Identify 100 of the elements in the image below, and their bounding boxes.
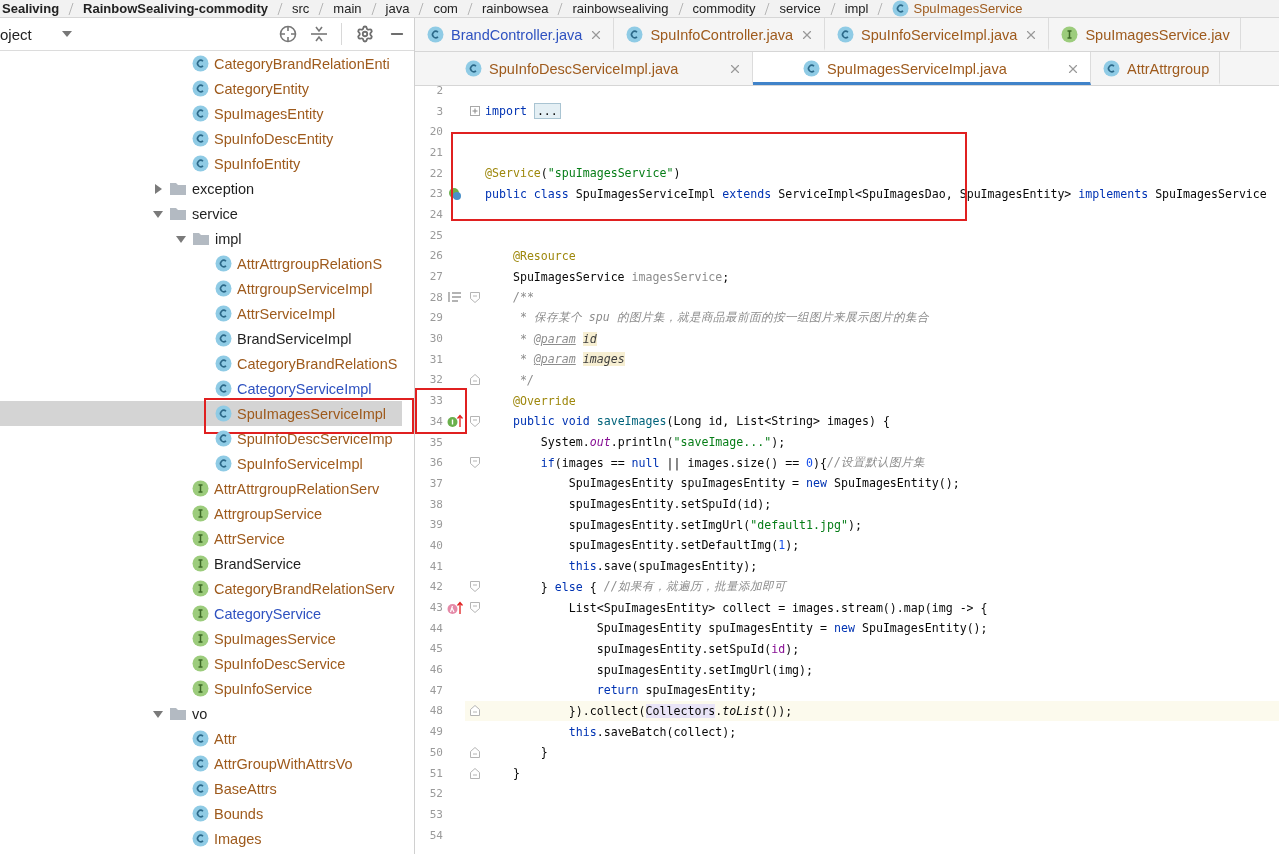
tree-item[interactable]: vo (0, 701, 402, 726)
line-number: 32 (428, 373, 444, 387)
fold-end-icon[interactable] (470, 374, 480, 386)
code-line: spuImagesEntity.setSpuId(id); (567, 496, 773, 514)
class-icon (192, 780, 209, 797)
breadcrumb-item[interactable]: main (333, 1, 362, 16)
breadcrumb-item[interactable]: rainbowsea (481, 1, 549, 16)
tree-item[interactable]: Attr (0, 726, 402, 751)
fold-end-icon[interactable] (470, 705, 480, 717)
tree-item[interactable]: SpuImagesService (0, 626, 402, 651)
tree-item[interactable]: CategoryBrandRelationS (0, 351, 402, 376)
class-icon (215, 455, 232, 472)
tree-item[interactable]: CategoryServiceImpl (0, 376, 402, 401)
breadcrumb-item[interactable]: com (433, 1, 458, 16)
lambda-icon[interactable] (447, 600, 463, 615)
class-icon (192, 730, 209, 747)
class-icon (215, 355, 232, 372)
fold-icon[interactable] (470, 415, 480, 427)
tree-item[interactable]: AttrAttrgroupRelationS (0, 251, 402, 276)
tree-item[interactable]: AttrAttrgroupRelationServ (0, 476, 402, 501)
separator-icon (68, 2, 75, 15)
tree-item[interactable]: SpuImagesServiceImpl (0, 401, 402, 426)
settings-icon[interactable] (356, 25, 374, 43)
breadcrumb-item[interactable]: src (292, 1, 310, 16)
line-number: 24 (428, 207, 444, 221)
tree-item[interactable]: AttrgroupService (0, 501, 402, 526)
tree-item[interactable]: SpuInfoService (0, 676, 402, 701)
tree-item[interactable]: SpuInfoEntity (0, 151, 402, 176)
tree-item[interactable]: AttrGroupWithAttrsVo (0, 751, 402, 776)
tree-item[interactable]: Bounds (0, 801, 402, 826)
tree-item[interactable]: service (0, 201, 402, 226)
tree-item[interactable]: AttrService (0, 526, 402, 551)
line-number: 31 (428, 352, 444, 366)
fold-end-icon[interactable] (470, 746, 480, 758)
class-icon (215, 305, 232, 322)
editor-tab[interactable]: SpuInfoServiceImpl.java (825, 18, 1050, 51)
tree-item[interactable]: CategoryBrandRelationEnti (0, 51, 402, 76)
tree-item[interactable]: Images (0, 826, 402, 851)
code-line: * @param id (518, 330, 598, 348)
fold-icon[interactable] (470, 602, 480, 614)
project-view-selector[interactable]: oject (0, 25, 72, 43)
tree-item[interactable]: SpuInfoDescEntity (0, 126, 402, 151)
line-number: 33 (428, 394, 444, 408)
class-icon (215, 430, 232, 447)
caret-down-icon[interactable] (152, 208, 163, 219)
breadcrumb-item[interactable]: service (779, 1, 821, 16)
code-line: } (511, 765, 521, 783)
caret-right-icon[interactable] (152, 183, 163, 194)
code-line: /** (511, 289, 535, 307)
breadcrumb-item[interactable]: Sealiving (2, 1, 60, 16)
tree-item[interactable]: BrandServiceImpl (0, 326, 402, 351)
class-icon (803, 60, 820, 77)
breadcrumb-item[interactable]: java (385, 1, 410, 16)
code-line: if(images == null || images.size() == 0){//设置默认图片集 (539, 454, 927, 473)
interface-icon (192, 580, 209, 597)
breadcrumb-item[interactable]: commodity (692, 1, 756, 16)
dropdown-caret-icon[interactable] (61, 31, 72, 37)
line-number: 22 (428, 166, 444, 180)
tree-item[interactable]: exception (0, 176, 402, 201)
fold-icon[interactable] (470, 581, 480, 593)
line-number: 46 (428, 663, 444, 677)
breadcrumb-item[interactable]: SpuImagesService (892, 0, 1023, 17)
breadcrumb-item[interactable]: RainbowSealiving-commodity (83, 1, 268, 16)
class-icon (626, 26, 644, 43)
expand-fold-icon[interactable] (470, 106, 480, 117)
tree-item[interactable]: CategoryService (0, 601, 402, 626)
editor-tab[interactable]: SpuImagesServiceImpl.java (753, 52, 1091, 85)
fold-icon[interactable] (470, 291, 480, 303)
class-icon (192, 80, 209, 97)
tree-item[interactable]: SpuInfoDescService (0, 651, 402, 676)
lines-icon[interactable] (448, 291, 462, 304)
class-icon (192, 805, 209, 822)
editor-tab[interactable]: SpuInfoController.java (614, 18, 826, 51)
tree-item[interactable]: SpuInfoDescServiceImp (0, 426, 402, 451)
tree-item[interactable]: AttrgroupServiceImpl (0, 276, 402, 301)
fold-icon[interactable] (470, 457, 480, 469)
tree-item[interactable]: BaseAttrs (0, 776, 402, 801)
editor-tab[interactable]: SpuImagesService.jav (1049, 18, 1241, 51)
tree-item[interactable]: AttrServiceImpl (0, 301, 402, 326)
tree-item[interactable]: CategoryEntity (0, 76, 402, 101)
interface-icon (192, 530, 209, 547)
line-number: 48 (428, 704, 444, 718)
breadcrumb-item[interactable]: impl (844, 1, 869, 16)
fold-end-icon[interactable] (470, 767, 480, 779)
class-icon (192, 755, 209, 772)
editor-tab[interactable]: AttrAttrgroup (1091, 52, 1221, 85)
caret-down-icon[interactable] (152, 708, 163, 719)
line-number: 26 (428, 249, 444, 263)
crosshair-icon[interactable] (279, 25, 297, 43)
tree-item[interactable]: SpuImagesEntity (0, 101, 402, 126)
tree-item[interactable]: impl (0, 226, 402, 251)
breadcrumb-item[interactable]: rainbowsealiving (572, 1, 669, 16)
tree-item[interactable]: BrandService (0, 551, 402, 576)
implements-icon[interactable] (447, 414, 463, 429)
tree-item[interactable]: SpuInfoServiceImpl (0, 451, 402, 476)
caret-down-icon[interactable] (175, 233, 186, 244)
collapse-all-icon[interactable] (311, 25, 327, 43)
editor-tab[interactable]: BrandController.java (415, 18, 615, 51)
line-number: 47 (428, 683, 444, 697)
tree-item[interactable]: CategoryBrandRelationServ (0, 576, 402, 601)
